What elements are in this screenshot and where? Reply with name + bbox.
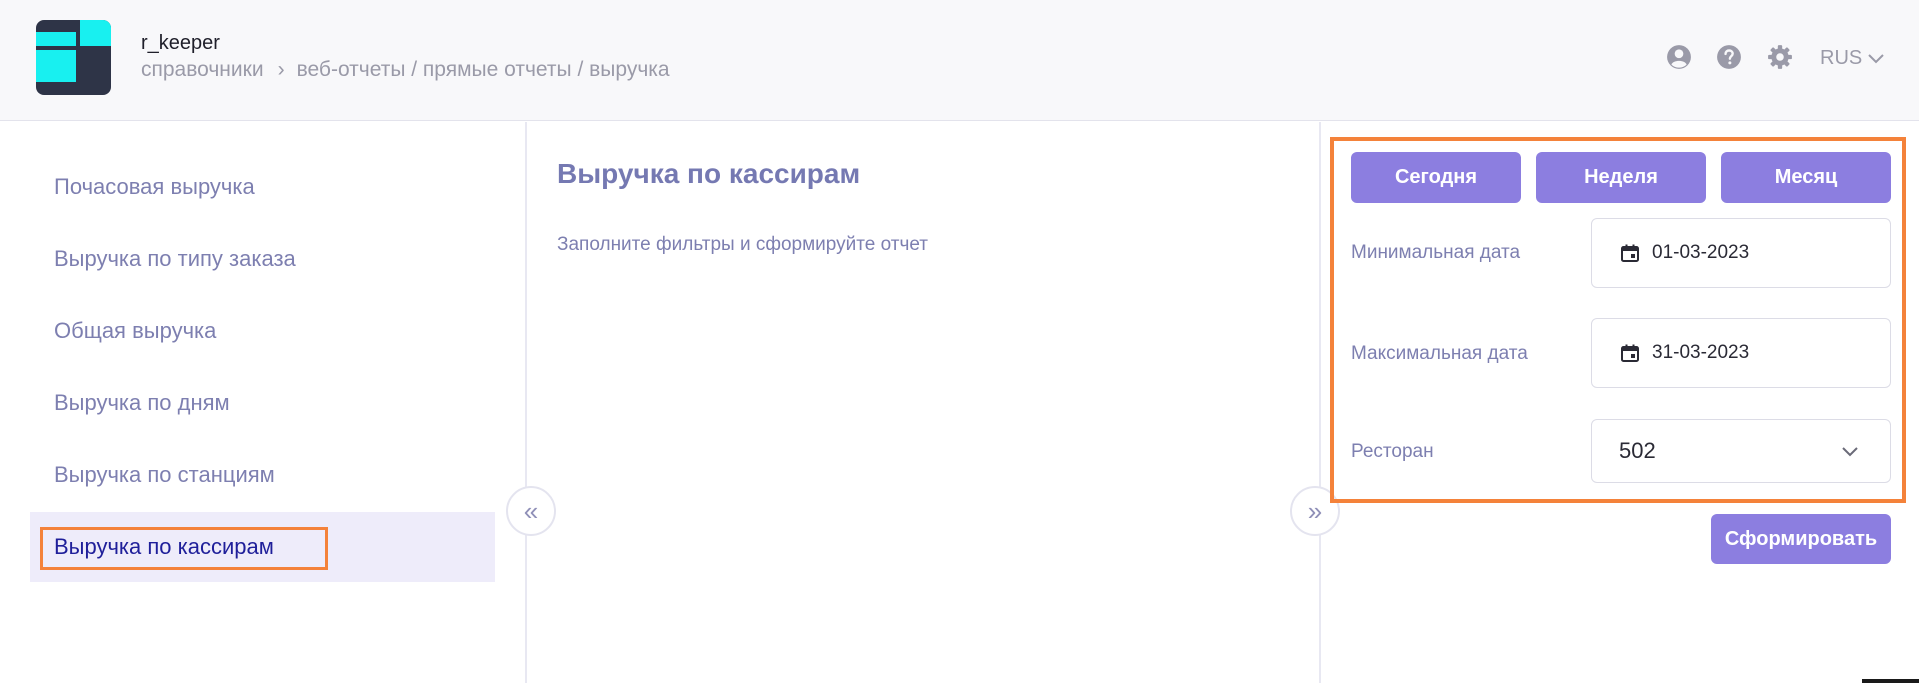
max-date-field[interactable]: 31-03-2023 bbox=[1591, 318, 1891, 388]
breadcrumb-separator: › bbox=[277, 58, 285, 81]
page-title: Выручка по кассирам bbox=[557, 158, 861, 189]
app-root: r_keeper справочники › веб-отчеты / прямые… bbox=[0, 0, 1919, 683]
max-date-label: Максимальная дата bbox=[1351, 343, 1528, 364]
restaurant-label: Ресторан bbox=[1351, 441, 1434, 462]
chevron-down-icon bbox=[1842, 447, 1858, 457]
month-button[interactable]: Месяц bbox=[1721, 152, 1891, 203]
right-panel-divider bbox=[1319, 122, 1321, 683]
min-date-label: Минимальная дата bbox=[1351, 242, 1521, 263]
breadcrumb-path: веб-отчеты / прямые отчеты / выручка bbox=[296, 58, 670, 81]
top-header: r_keeper справочники › веб-отчеты / прямые… bbox=[0, 0, 1919, 121]
sidebar-item-revenue-by-day[interactable]: Выручка по дням bbox=[30, 368, 495, 438]
calendar-icon bbox=[1621, 244, 1639, 262]
empty-state-hint: Заполните фильтры и сформируйте отчет bbox=[557, 234, 928, 255]
breadcrumb-root[interactable]: справочники bbox=[141, 58, 264, 81]
min-date-field[interactable]: 01-03-2023 bbox=[1591, 218, 1891, 288]
help-icon[interactable] bbox=[1716, 44, 1742, 70]
gear-icon[interactable] bbox=[1767, 44, 1793, 70]
sidebar-item-hourly-revenue[interactable]: Почасовая выручка bbox=[30, 152, 495, 222]
logo-block bbox=[36, 50, 76, 82]
sidebar-item-revenue-by-station[interactable]: Выручка по станциям bbox=[30, 440, 495, 510]
collapse-sidebar-button[interactable]: « bbox=[506, 486, 556, 536]
expand-filters-button[interactable]: » bbox=[1290, 486, 1340, 536]
max-date-value: 31-03-2023 bbox=[1652, 342, 1750, 363]
user-icon[interactable] bbox=[1666, 44, 1692, 70]
min-date-value: 01-03-2023 bbox=[1652, 242, 1750, 263]
breadcrumb: справочники › веб-отчеты / прямые отчеты /… bbox=[141, 58, 670, 82]
sidebar-item-revenue-by-order-type[interactable]: Выручка по типу заказа bbox=[30, 224, 495, 294]
sidebar-item-revenue-by-cashier[interactable]: Выручка по кассирам bbox=[30, 512, 495, 582]
restaurant-value: 502 bbox=[1619, 438, 1656, 463]
chevron-down-icon[interactable] bbox=[1867, 52, 1885, 66]
week-button[interactable]: Неделя bbox=[1536, 152, 1706, 203]
today-button[interactable]: Сегодня bbox=[1351, 152, 1521, 203]
left-panel-divider bbox=[525, 122, 527, 683]
scrollbar-edge bbox=[1862, 679, 1919, 683]
calendar-icon bbox=[1621, 344, 1639, 362]
generate-report-button[interactable]: Сформировать bbox=[1711, 514, 1891, 564]
logo-block bbox=[36, 32, 76, 46]
restaurant-select[interactable]: 502 bbox=[1591, 419, 1891, 483]
app-title: r_keeper bbox=[141, 32, 220, 54]
r-keeper-logo[interactable] bbox=[36, 20, 111, 95]
logo-block bbox=[80, 20, 111, 46]
language-selector[interactable]: RUS bbox=[1820, 47, 1862, 70]
sidebar-item-total-revenue[interactable]: Общая выручка bbox=[30, 296, 495, 366]
